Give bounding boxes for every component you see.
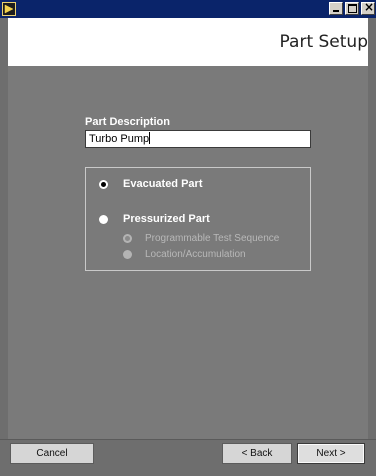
evacuated-part-radio[interactable] — [99, 180, 108, 189]
back-button[interactable]: < Back — [222, 443, 292, 464]
part-setup-window: Part Setup Part Description Turbo Pump E… — [0, 0, 376, 476]
right-frame — [368, 18, 376, 439]
labview-app-icon[interactable] — [2, 2, 16, 16]
next-button[interactable]: Next > — [297, 443, 365, 464]
minimize-button[interactable] — [329, 2, 343, 15]
maximize-button[interactable] — [345, 2, 359, 15]
pressurized-part-radio[interactable] — [99, 215, 108, 224]
part-description-input[interactable]: Turbo Pump — [85, 130, 311, 148]
left-frame — [0, 18, 8, 439]
part-description-label: Part Description — [85, 116, 170, 128]
close-button[interactable] — [361, 2, 375, 15]
text-caret — [149, 132, 151, 144]
location-accumulation-radio[interactable] — [123, 250, 132, 259]
page-title: Part Setup — [279, 32, 368, 52]
title-bar[interactable] — [0, 0, 376, 18]
evacuated-part-label[interactable]: Evacuated Part — [123, 178, 202, 190]
programmable-test-sequence-label: Programmable Test Sequence — [145, 233, 280, 244]
page-header: Part Setup — [0, 18, 376, 66]
location-accumulation-label: Location/Accumulation — [145, 249, 246, 260]
programmable-test-sequence-radio[interactable] — [123, 234, 132, 243]
part-description-value: Turbo Pump — [89, 133, 150, 145]
cancel-button[interactable]: Cancel — [10, 443, 94, 464]
window-controls — [327, 2, 375, 15]
run-arrow-icon — [4, 4, 14, 14]
pressurized-part-label[interactable]: Pressurized Part — [123, 213, 210, 225]
